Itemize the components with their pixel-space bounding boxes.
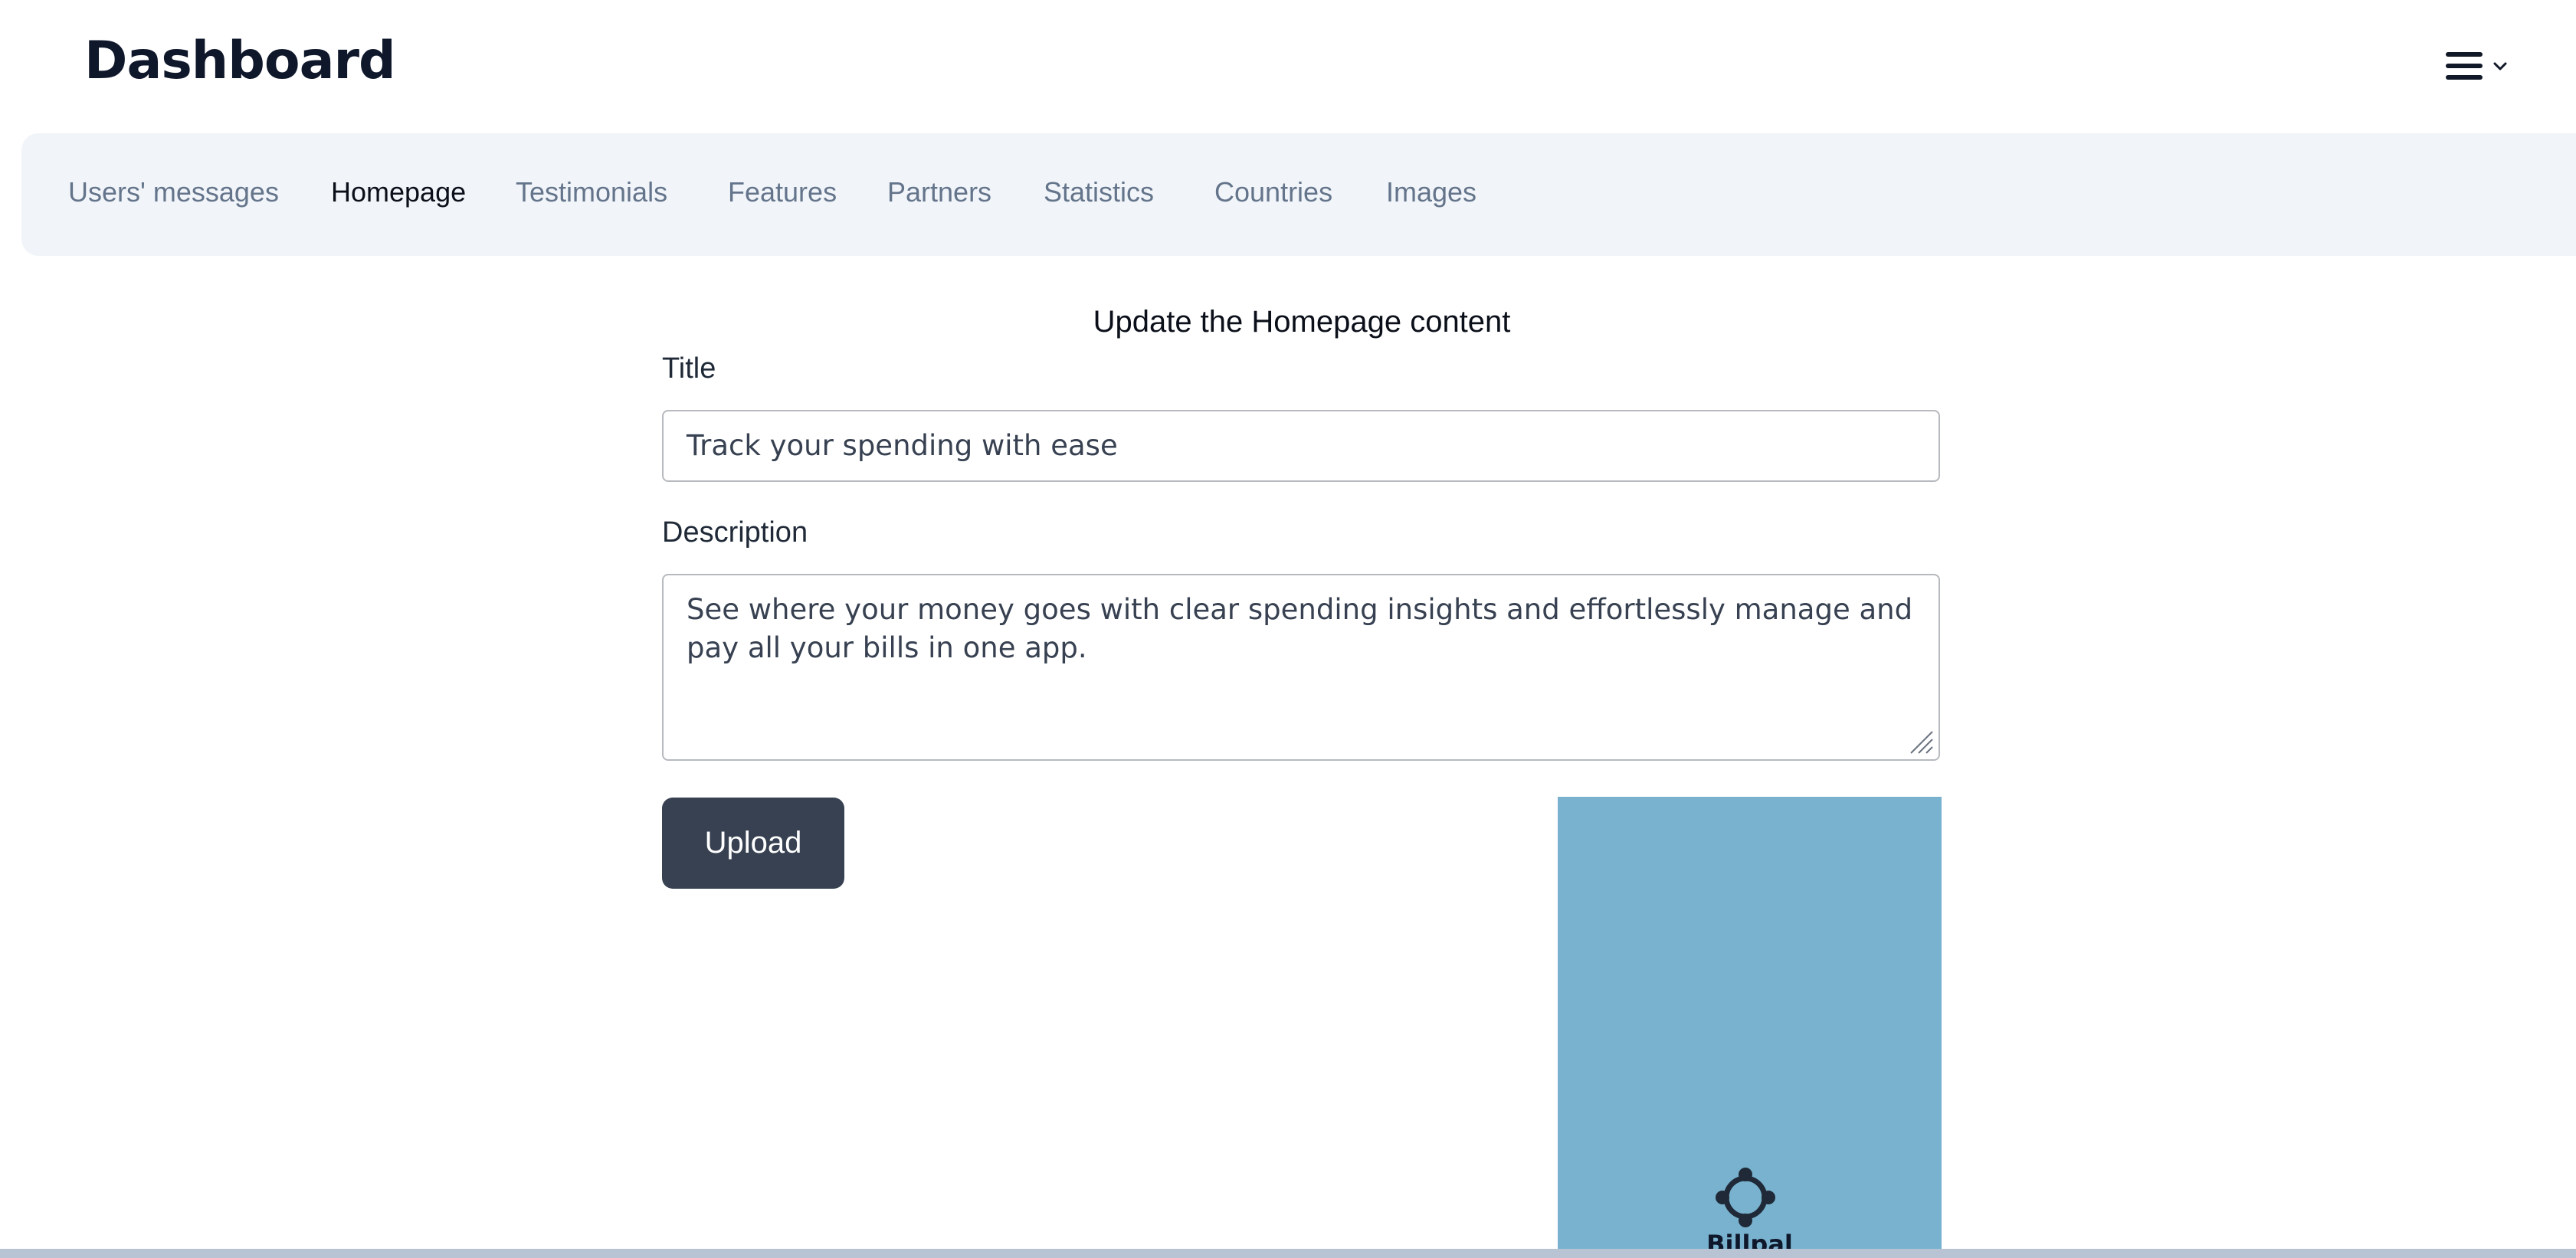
description-text: See where your money goes with clear spe… — [687, 593, 1913, 664]
dashboard-title: Dashboard — [84, 31, 396, 91]
resize-handle-icon[interactable] — [1908, 729, 1934, 755]
dashboard-page: Dashboard Users' messages Homepage Testi… — [0, 0, 2576, 1258]
tab-countries[interactable]: Countries — [1214, 176, 1332, 208]
tab-homepage[interactable]: Homepage — [331, 176, 466, 208]
tab-partners[interactable]: Partners — [887, 176, 991, 208]
title-label: Title — [662, 352, 716, 385]
hamburger-menu-icon — [2446, 51, 2483, 81]
tab-features[interactable]: Features — [728, 176, 837, 208]
chevron-down-icon — [2493, 62, 2507, 70]
tab-images[interactable]: Images — [1386, 176, 1476, 208]
upload-button[interactable]: Upload — [662, 798, 844, 889]
title-input[interactable]: Track your spending with ease — [662, 410, 1940, 482]
billpal-logo-icon — [1716, 1168, 1775, 1227]
top-bar: Dashboard — [0, 0, 2576, 132]
bottom-divider — [0, 1249, 2576, 1258]
description-label: Description — [662, 516, 808, 549]
tab-testimonials[interactable]: Testimonials — [516, 176, 667, 208]
description-textarea[interactable]: See where your money goes with clear spe… — [662, 574, 1940, 761]
tab-users-messages[interactable]: Users' messages — [68, 176, 279, 208]
tab-statistics[interactable]: Statistics — [1044, 176, 1154, 208]
homepage-image-preview: Billpal — [1558, 797, 1942, 1258]
section-nav: Users' messages Homepage Testimonials Fe… — [21, 133, 2576, 256]
form-heading: Update the Homepage content — [1093, 305, 1511, 339]
menu-toggle-button[interactable] — [2446, 44, 2522, 87]
